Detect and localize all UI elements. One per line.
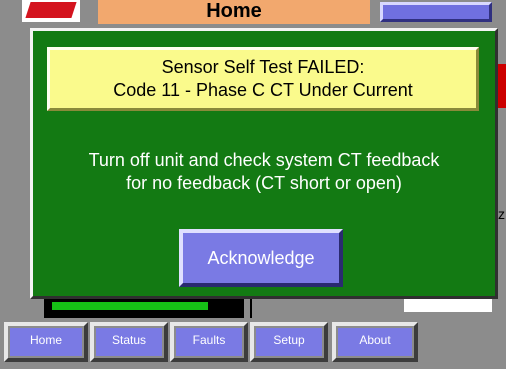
- fault-message-box: Sensor Self Test FAILED: Code 11 - Phase…: [47, 47, 479, 111]
- nav-status-button[interactable]: Status: [90, 322, 168, 362]
- instruction-line2: for no feedback (CT short or open): [126, 173, 402, 193]
- fault-dialog: Sensor Self Test FAILED: Code 11 - Phase…: [30, 28, 498, 299]
- bottom-nav: Home Status Faults Setup About: [0, 318, 506, 369]
- nav-about-label: About: [338, 328, 412, 356]
- background-progress-bar: [52, 302, 208, 310]
- nav-faults-label: Faults: [176, 328, 242, 356]
- logo-mark: [25, 2, 77, 18]
- page-title: Home: [98, 0, 370, 24]
- nav-home-button[interactable]: Home: [4, 322, 88, 362]
- nav-home-label: Home: [10, 328, 82, 356]
- nav-status-label: Status: [96, 328, 162, 356]
- background-text: z: [498, 206, 505, 222]
- instruction-line1: Turn off unit and check system CT feedba…: [88, 150, 440, 170]
- nav-setup-button[interactable]: Setup: [250, 322, 328, 362]
- fault-message-line2: Code 11 - Phase C CT Under Current: [113, 80, 413, 100]
- background-divider: [250, 296, 252, 318]
- acknowledge-button[interactable]: Acknowledge: [179, 229, 343, 287]
- logo: [22, 0, 80, 22]
- nav-about-button[interactable]: About: [332, 322, 418, 362]
- nav-faults-button[interactable]: Faults: [170, 322, 248, 362]
- fault-instructions: Turn off unit and check system CT feedba…: [33, 149, 495, 195]
- nav-setup-label: Setup: [256, 328, 322, 356]
- fault-message-line1: Sensor Self Test FAILED:: [161, 57, 365, 77]
- header-button[interactable]: [380, 2, 492, 22]
